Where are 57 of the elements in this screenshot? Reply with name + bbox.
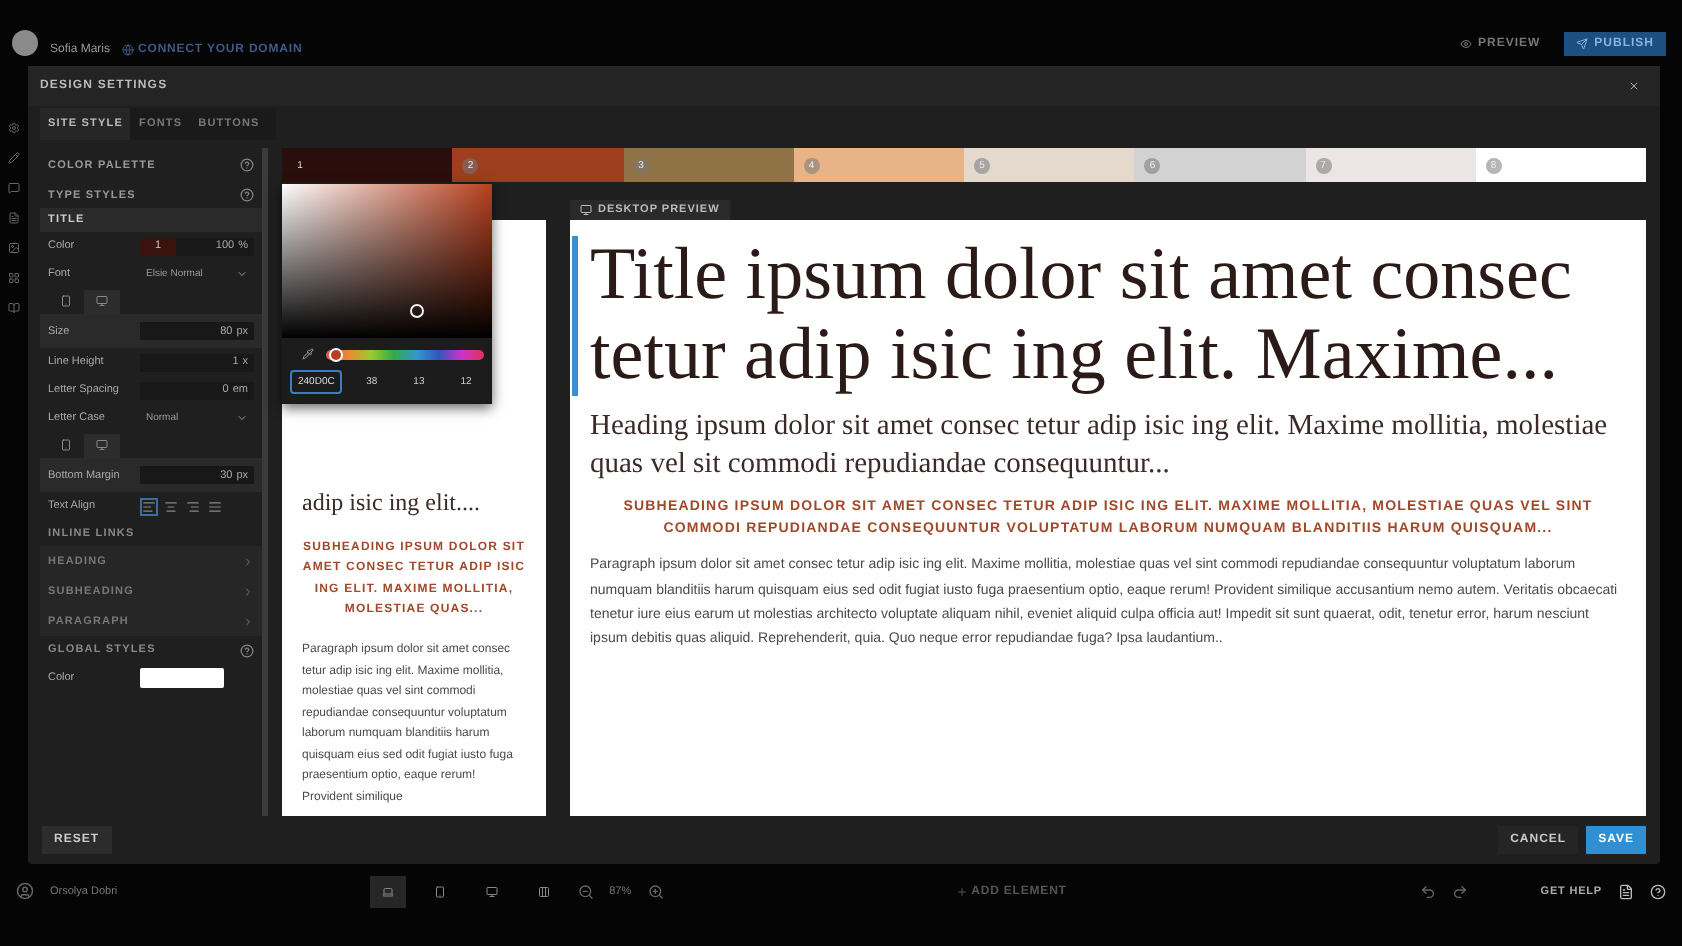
chat-icon	[8, 182, 20, 194]
send-icon	[1576, 38, 1589, 50]
picker-handle[interactable]	[410, 304, 424, 318]
hue-slider[interactable]	[326, 349, 484, 359]
align-button[interactable]	[184, 497, 202, 515]
laptop-icon	[381, 883, 394, 899]
phone-icon	[433, 883, 446, 899]
align-button[interactable]	[206, 497, 224, 515]
chevron-down-icon	[236, 268, 248, 280]
zoom-out-icon[interactable]	[577, 883, 594, 899]
columns-icon	[537, 883, 550, 899]
help-icon[interactable]	[1650, 883, 1666, 899]
eye-icon	[1459, 38, 1472, 50]
preview-title: Title ipsum dolor sit amet consec tetur adip isic ing elit. Maxime...	[572, 236, 1626, 396]
document-icon[interactable]	[1618, 883, 1634, 899]
zoom-in-icon[interactable]	[647, 883, 664, 899]
image-icon	[8, 242, 20, 254]
redo-icon[interactable]	[1452, 883, 1469, 899]
saturation-area[interactable]	[282, 184, 492, 338]
desktop-toggle[interactable]	[84, 433, 120, 457]
monitor-icon	[96, 438, 108, 452]
desktop-toggle[interactable]	[84, 289, 120, 313]
page-icon	[8, 212, 20, 224]
monitor-icon	[485, 883, 498, 899]
help-icon	[240, 643, 254, 657]
preview-heading: adip isic ing elit....	[302, 487, 482, 519]
chevron-right-icon	[242, 585, 254, 597]
user-avatar-icon	[16, 882, 34, 900]
plus-icon	[955, 885, 968, 897]
pencil-icon	[8, 152, 20, 164]
gear-icon	[8, 122, 20, 134]
book-icon	[8, 302, 20, 314]
device-toolbar-button[interactable]	[369, 875, 406, 907]
preview-heading: Heading ipsum dolor sit amet consec tetur adip isic ing elit. Maxime mollitia, molestiae quas vel sit commodi repudiandae consequuntur...	[590, 407, 1610, 484]
chevron-right-icon	[242, 615, 254, 627]
monitor-icon	[580, 204, 592, 216]
close-icon[interactable]	[1628, 80, 1640, 92]
align-button[interactable]	[140, 497, 158, 515]
globe-icon	[122, 44, 135, 56]
align-center-icon	[164, 499, 178, 513]
align-justify-icon	[208, 499, 222, 513]
phone-icon	[60, 294, 72, 308]
undo-icon[interactable]	[1420, 883, 1437, 899]
chevron-right-icon	[242, 555, 254, 567]
hue-slider-thumb[interactable]	[330, 349, 341, 359]
phone-icon	[60, 438, 72, 452]
chevron-down-icon	[236, 412, 248, 424]
help-icon	[240, 158, 254, 172]
align-right-icon	[186, 499, 200, 513]
color-swatch[interactable]	[140, 668, 224, 688]
grid-icon	[8, 272, 20, 284]
align-button[interactable]	[162, 497, 180, 515]
help-icon	[240, 188, 254, 202]
eyedropper-icon	[302, 348, 314, 360]
monitor-icon	[96, 294, 108, 308]
align-left-icon	[142, 499, 156, 513]
logo-icon[interactable]	[12, 30, 38, 56]
